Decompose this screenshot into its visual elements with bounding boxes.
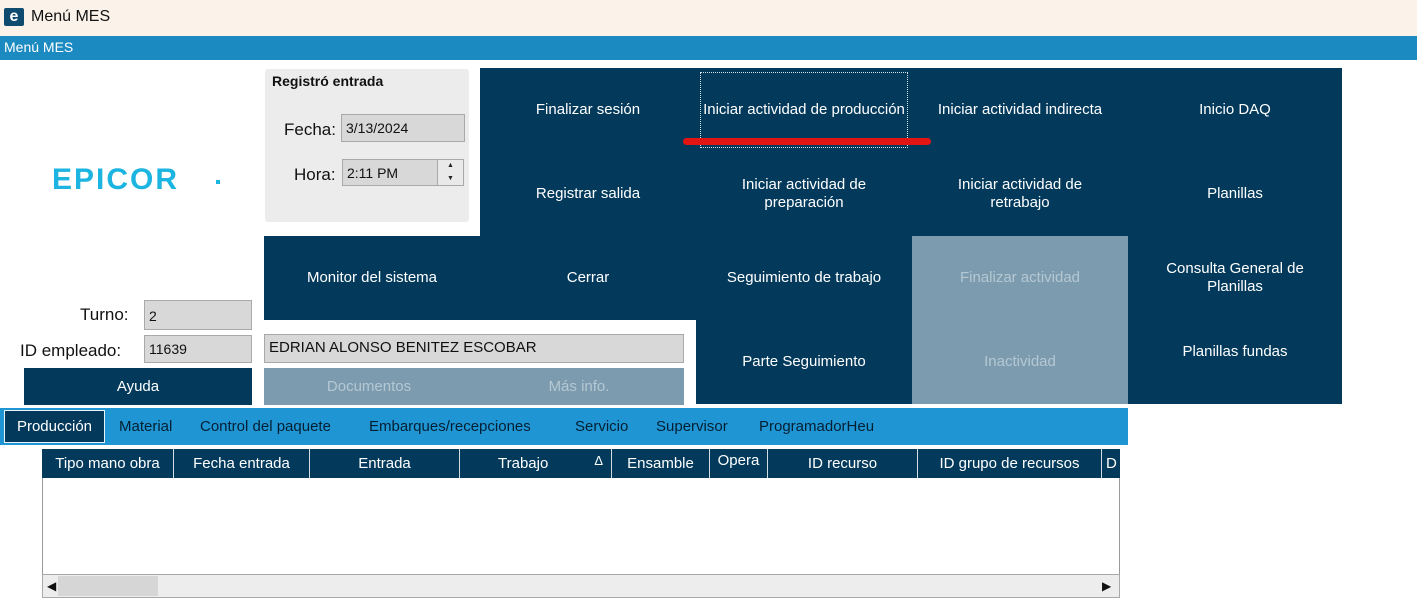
scroll-left-icon[interactable]: ◀ <box>47 579 56 593</box>
documents-button[interactable]: Documentos <box>264 368 474 405</box>
window-title: Menú MES <box>31 8 111 25</box>
casting-templates-button[interactable]: Planillas fundas <box>1128 310 1342 394</box>
logo-dot <box>216 180 220 184</box>
start-indirect-button[interactable]: Iniciar actividad indirecta <box>912 68 1128 152</box>
date-field[interactable]: 3/13/2024 <box>341 114 465 142</box>
date-label: Fecha: <box>284 120 336 139</box>
shift-field[interactable]: 2 <box>144 300 252 330</box>
employee-id-label: ID empleado: <box>20 341 122 360</box>
shift-label: Turno: <box>80 305 129 324</box>
spin-down-icon[interactable]: ▼ <box>438 173 463 185</box>
column-header-opera[interactable]: Opera <box>710 449 768 478</box>
start-daq-button[interactable]: Inicio DAQ <box>1128 68 1342 152</box>
time-label: Hora: <box>294 165 336 184</box>
horizontal-scrollbar[interactable] <box>42 574 1120 598</box>
end-activity-button[interactable]: Finalizar actividad <box>912 236 1128 320</box>
menu-header-band <box>0 36 1417 60</box>
templates-general-query-button[interactable]: Consulta General de Planillas <box>1128 236 1342 320</box>
tab-control-paquete[interactable]: Control del paquete <box>200 408 331 445</box>
clock-in-title: Registró entrada <box>272 73 384 89</box>
column-header-id-grupo-recursos[interactable]: ID grupo de recursos <box>918 449 1102 478</box>
scroll-right-icon[interactable]: ▶ <box>1102 579 1111 593</box>
clock-in-panel <box>265 69 469 222</box>
sort-ascending-icon: Δ <box>594 453 603 468</box>
tab-material[interactable]: Material <box>119 408 172 445</box>
system-monitor-button[interactable]: Monitor del sistema <box>264 236 480 320</box>
spin-up-icon[interactable]: ▲ <box>438 160 463 172</box>
grid-header: Tipo mano obra Fecha entrada Entrada Tra… <box>42 449 1120 478</box>
column-header-id-recurso[interactable]: ID recurso <box>768 449 918 478</box>
column-header-ensamble[interactable]: Ensamble <box>612 449 710 478</box>
clock-out-button[interactable]: Registrar salida <box>480 152 696 236</box>
menu-header-title: Menú MES <box>4 39 74 55</box>
tab-produccion[interactable]: Producción <box>4 410 105 443</box>
tab-servicio[interactable]: Servicio <box>575 408 628 445</box>
tracking-part-button[interactable]: Parte Seguimiento <box>696 320 912 404</box>
more-info-button[interactable]: Más info. <box>474 368 684 405</box>
start-production-button[interactable]: Iniciar actividad de producción <box>700 72 908 148</box>
grid-body[interactable] <box>42 478 1120 574</box>
help-button[interactable]: Ayuda <box>24 368 252 405</box>
scrollbar-thumb[interactable] <box>58 576 158 596</box>
tab-programador[interactable]: ProgramadorHeu <box>759 408 874 445</box>
time-spinner[interactable]: ▲ ▼ <box>437 159 464 186</box>
close-button[interactable]: Cerrar <box>480 236 696 320</box>
column-header-d[interactable]: D <box>1102 449 1120 478</box>
epicor-logo: EPICOR <box>52 163 180 196</box>
start-rework-button[interactable]: Iniciar actividad de retrabajo <box>912 152 1128 236</box>
templates-button[interactable]: Planillas <box>1128 152 1342 236</box>
tab-supervisor[interactable]: Supervisor <box>656 408 728 445</box>
tab-embarques[interactable]: Embarques/recepciones <box>369 408 531 445</box>
column-header-fecha-entrada[interactable]: Fecha entrada <box>174 449 310 478</box>
job-tracking-button[interactable]: Seguimiento de trabajo <box>696 236 912 320</box>
column-header-tipo-mano-obra[interactable]: Tipo mano obra <box>42 449 174 478</box>
logout-button[interactable]: Finalizar sesión <box>480 68 696 152</box>
column-header-entrada[interactable]: Entrada <box>310 449 460 478</box>
start-setup-button[interactable]: Iniciar actividad de preparación <box>696 152 912 236</box>
column-header-trabajo[interactable]: Trabajo Δ <box>460 449 612 478</box>
column-header-trabajo-label: Trabajo <box>498 455 549 472</box>
employee-name-field: EDRIAN ALONSO BENITEZ ESCOBAR <box>264 334 684 363</box>
employee-id-field[interactable]: 11639 <box>144 335 252 363</box>
window-titlebar <box>0 0 1417 35</box>
inactivity-button[interactable]: Inactividad <box>912 320 1128 404</box>
highlight-underline <box>683 138 931 145</box>
time-field[interactable]: 2:11 PM <box>342 159 438 186</box>
epicor-e-icon: e <box>4 8 24 26</box>
